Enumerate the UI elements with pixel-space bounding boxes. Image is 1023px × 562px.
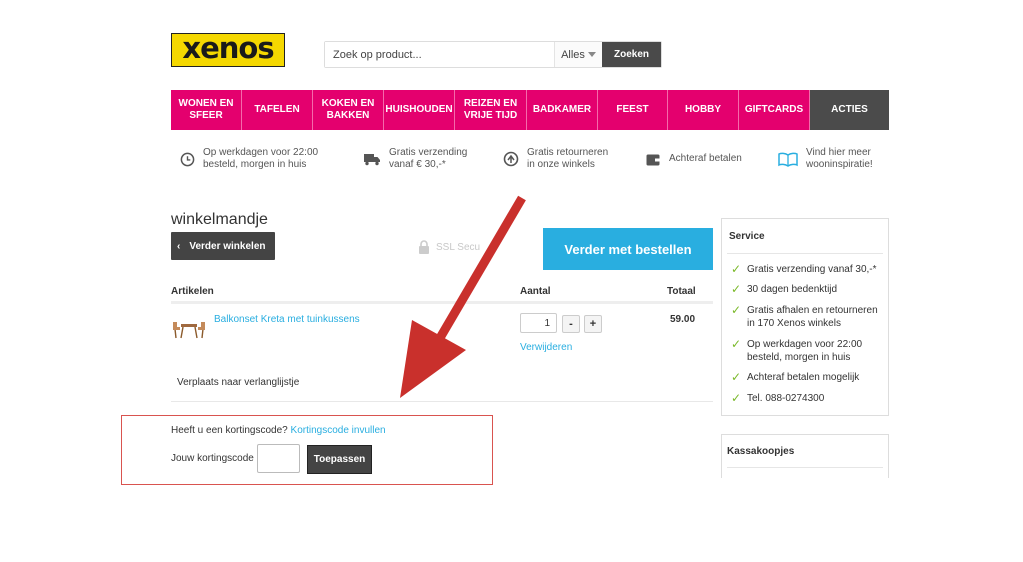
increase-quantity-button[interactable]: + — [584, 315, 602, 333]
wallet-icon — [646, 154, 661, 165]
nav-item-giftcards[interactable]: GIFTCARDS — [739, 90, 810, 130]
usp-text: wooninspiratie! — [806, 159, 873, 170]
coupon-label: Jouw kortingscode — [171, 453, 254, 464]
product-link[interactable]: Balkonset Kreta met tuinkussens — [214, 314, 360, 325]
logo-text: xenos — [182, 31, 274, 65]
usp-text: Achteraf betalen — [669, 153, 742, 164]
search-button[interactable]: Zoeken — [602, 42, 661, 67]
clock-icon — [180, 152, 195, 166]
usp-text: in onze winkels — [527, 159, 595, 170]
chevron-down-icon — [587, 52, 596, 57]
continue-shopping-label: Verder winkelen — [189, 240, 266, 252]
usp-text: vanaf € 30,-* — [389, 159, 446, 170]
chevron-left-icon: ‹ — [177, 240, 181, 252]
checkmark-icon: ✓ — [731, 262, 742, 276]
row-divider — [171, 401, 713, 402]
usp-delivery: Op werkdagen voor 22:00 besteld, morgen i… — [180, 144, 318, 174]
annotation-arrow — [400, 195, 526, 398]
nav-item-tafelen[interactable]: TAFELEN — [242, 90, 313, 130]
coupon-question-text: Heeft u een kortingscode? — [171, 425, 288, 436]
apply-coupon-button[interactable]: Toepassen — [307, 445, 372, 474]
coupon-toggle-link[interactable]: Kortingscode invullen — [291, 425, 386, 436]
coupon-code-input[interactable] — [257, 444, 300, 473]
coupon-question: Heeft u een kortingscode? Kortingscode i… — [171, 425, 386, 436]
service-text: Achteraf betalen mogelijk — [747, 372, 860, 383]
nav-item-badkamer[interactable]: BADKAMER — [527, 90, 598, 130]
ssl-text: SSL Secu — [436, 241, 481, 253]
search-input[interactable] — [325, 42, 554, 67]
product-thumbnail[interactable] — [172, 318, 206, 340]
continue-shopping-button[interactable]: ‹ Verder winkelen — [171, 232, 275, 260]
usp-text: Op werkdagen voor 22:00 — [203, 147, 319, 158]
usp-text: Gratis retourneren — [527, 147, 609, 158]
usp-returns: Gratis retourneren in onze winkels — [503, 144, 608, 174]
usp-shipping: Gratis verzending vanaf € 30,-* — [363, 144, 467, 174]
service-text: Gratis verzending vanaf 30,-* — [747, 264, 877, 275]
checkmark-icon: ✓ — [731, 391, 742, 405]
ssl-badge: SSL Secu — [418, 240, 480, 254]
return-icon — [503, 151, 519, 167]
kassakoopjes-panel — [721, 434, 889, 484]
checkmark-icon: ✓ — [731, 282, 742, 296]
lock-icon — [419, 240, 429, 254]
category-label: Alles — [561, 48, 585, 61]
page-cutoff — [700, 478, 900, 488]
usp-inspiration: Vind hier meer wooninspiratie! — [778, 144, 873, 174]
category-dropdown[interactable]: Alles — [554, 42, 602, 67]
service-title: Service — [729, 231, 765, 242]
checkmark-icon: ✓ — [731, 303, 742, 317]
divider — [727, 253, 883, 254]
column-header-total: Totaal — [667, 286, 696, 297]
move-to-wishlist-link[interactable]: Verplaats naar verlanglijstje — [177, 377, 299, 388]
column-header-quantity: Aantal — [520, 286, 551, 297]
service-item: ✓ 30 dagen bedenktijd — [731, 283, 881, 296]
nav-item-huishouden[interactable]: HUISHOUDEN — [384, 90, 455, 130]
service-text: 30 dagen bedenktijd — [747, 284, 838, 295]
service-item: ✓ Tel. 088-0274300 — [731, 392, 881, 405]
usp-text: Vind hier meer — [806, 147, 871, 158]
usp-payment: Achteraf betalen — [646, 144, 742, 174]
book-icon — [778, 152, 798, 167]
divider — [727, 467, 883, 468]
service-item: ✓ Gratis afhalen en retourneren in 170 Xe… — [731, 304, 881, 330]
checkmark-icon: ✓ — [731, 370, 742, 384]
search-bar: Alles Zoeken — [324, 41, 662, 68]
service-text: in 170 Xenos winkels — [747, 318, 841, 329]
nav-item-wonen-en-sfeer[interactable]: WONEN EN SFEER — [171, 90, 242, 130]
decrease-quantity-button[interactable]: - — [562, 315, 580, 333]
remove-item-link[interactable]: Verwijderen — [520, 342, 572, 353]
nav-item-acties[interactable]: ACTIES — [810, 90, 889, 130]
checkmark-icon: ✓ — [731, 337, 742, 351]
service-text: Op werkdagen voor 22:00 — [747, 339, 863, 350]
column-header-articles: Artikelen — [171, 286, 214, 297]
main-nav: WONEN EN SFEER TAFELEN KOKEN EN BAKKEN H… — [171, 90, 889, 130]
service-text: Tel. 088-0274300 — [747, 393, 825, 404]
service-item: ✓ Op werkdagen voor 22:00 besteld, morgen… — [731, 338, 881, 364]
service-text: besteld, morgen in huis — [747, 352, 851, 363]
usp-text: besteld, morgen in huis — [203, 159, 307, 170]
nav-item-reizen-en-vrije-tijd[interactable]: REIZEN EN VRIJE TIJD — [455, 90, 527, 130]
quantity-input[interactable]: 1 — [520, 313, 557, 333]
service-text: Gratis afhalen en retourneren — [747, 305, 878, 316]
header-divider — [171, 301, 713, 304]
kassakoopjes-title: Kassakoopjes — [727, 446, 795, 457]
nav-item-hobby[interactable]: HOBBY — [668, 90, 739, 130]
page-title: winkelmandje — [171, 211, 268, 228]
checkout-button[interactable]: Verder met bestellen — [543, 228, 713, 270]
service-item: ✓ Gratis verzending vanaf 30,-* — [731, 263, 881, 276]
item-total-price: 59.00 — [670, 314, 696, 325]
xenos-logo[interactable]: xenos — [171, 33, 285, 67]
nav-item-koken-en-bakken[interactable]: KOKEN EN BAKKEN — [313, 90, 384, 130]
truck-icon — [364, 154, 380, 166]
usp-text: Gratis verzending — [389, 147, 468, 158]
service-item: ✓ Achteraf betalen mogelijk — [731, 371, 881, 384]
nav-item-feest[interactable]: FEEST — [598, 90, 668, 130]
